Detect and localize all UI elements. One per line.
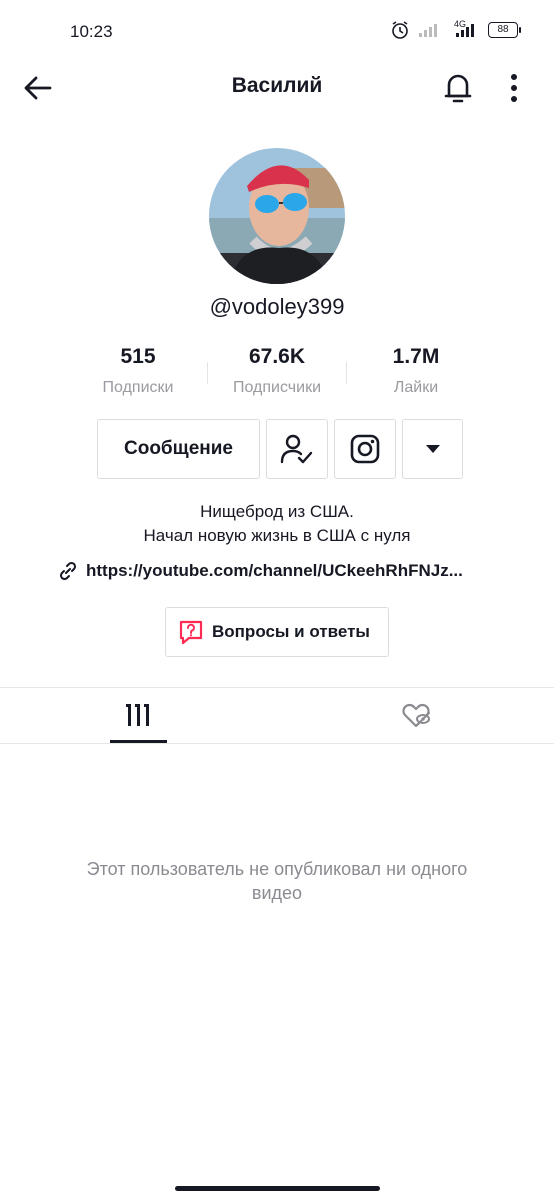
following-status-button[interactable] — [266, 419, 328, 479]
battery-icon: 88 — [488, 22, 521, 38]
heart-lock-icon — [402, 703, 430, 728]
status-time: 10:23 — [70, 22, 113, 41]
avatar[interactable] — [209, 148, 345, 284]
message-button[interactable]: Сообщение — [97, 419, 260, 479]
username: @vodoley399 — [209, 294, 345, 319]
more-options-button[interactable] — [500, 70, 528, 106]
stat-followers[interactable]: 67.6K Подписчики — [217, 345, 337, 397]
home-indicator[interactable] — [175, 1186, 380, 1191]
qa-label: Вопросы и ответы — [212, 622, 370, 641]
grid-icon — [126, 704, 149, 726]
bio-line-1: Нищеброд из США. — [200, 502, 354, 521]
user-check-icon — [280, 434, 313, 464]
signal-4g-icon — [456, 24, 474, 37]
stat-divider — [207, 362, 208, 384]
notifications-button[interactable] — [441, 70, 475, 106]
suggestions-dropdown-button[interactable] — [402, 419, 463, 479]
bio-link-text: https://youtube.com/channel/UCkeehRhFNJz… — [86, 561, 463, 580]
stat-following[interactable]: 515 Подписки — [78, 345, 198, 397]
stat-followers-value: 67.6K — [248, 345, 306, 368]
question-bubble-icon — [179, 620, 203, 645]
bio-line-2: Начал новую жизнь в США с нуля — [143, 526, 411, 545]
stat-likes[interactable]: 1.7M Лайки — [356, 345, 476, 397]
stat-followers-label: Подписчики — [232, 379, 321, 396]
tabs-divider-top — [0, 687, 554, 688]
more-vertical-icon — [511, 74, 517, 102]
qa-button[interactable]: Вопросы и ответы — [165, 607, 389, 657]
stat-likes-value: 1.7M — [392, 345, 440, 368]
instagram-icon — [350, 434, 380, 464]
stat-following-label: Подписки — [102, 379, 174, 396]
signal-icon — [419, 24, 437, 37]
stat-likes-label: Лайки — [393, 379, 439, 396]
bell-icon — [444, 74, 472, 103]
empty-state-line-1: Этот пользователь не опубликовал ни одно… — [86, 859, 468, 879]
instagram-button[interactable] — [334, 419, 396, 479]
caret-down-icon — [425, 445, 440, 453]
stat-divider — [346, 362, 347, 384]
stat-following-value: 515 — [120, 345, 156, 368]
avatar-photo — [209, 148, 345, 284]
bio-link[interactable]: https://youtube.com/channel/UCkeehRhFNJz… — [58, 561, 463, 581]
signal-4g: 4G — [450, 19, 480, 38]
tab-videos[interactable] — [110, 690, 167, 744]
status-icons: 4G 88 — [390, 19, 521, 40]
tab-liked[interactable] — [388, 690, 445, 744]
tabs-divider-bottom — [0, 743, 554, 744]
alarm-icon — [392, 21, 408, 39]
link-icon — [59, 561, 77, 581]
empty-state-line-2: видео — [251, 883, 303, 903]
